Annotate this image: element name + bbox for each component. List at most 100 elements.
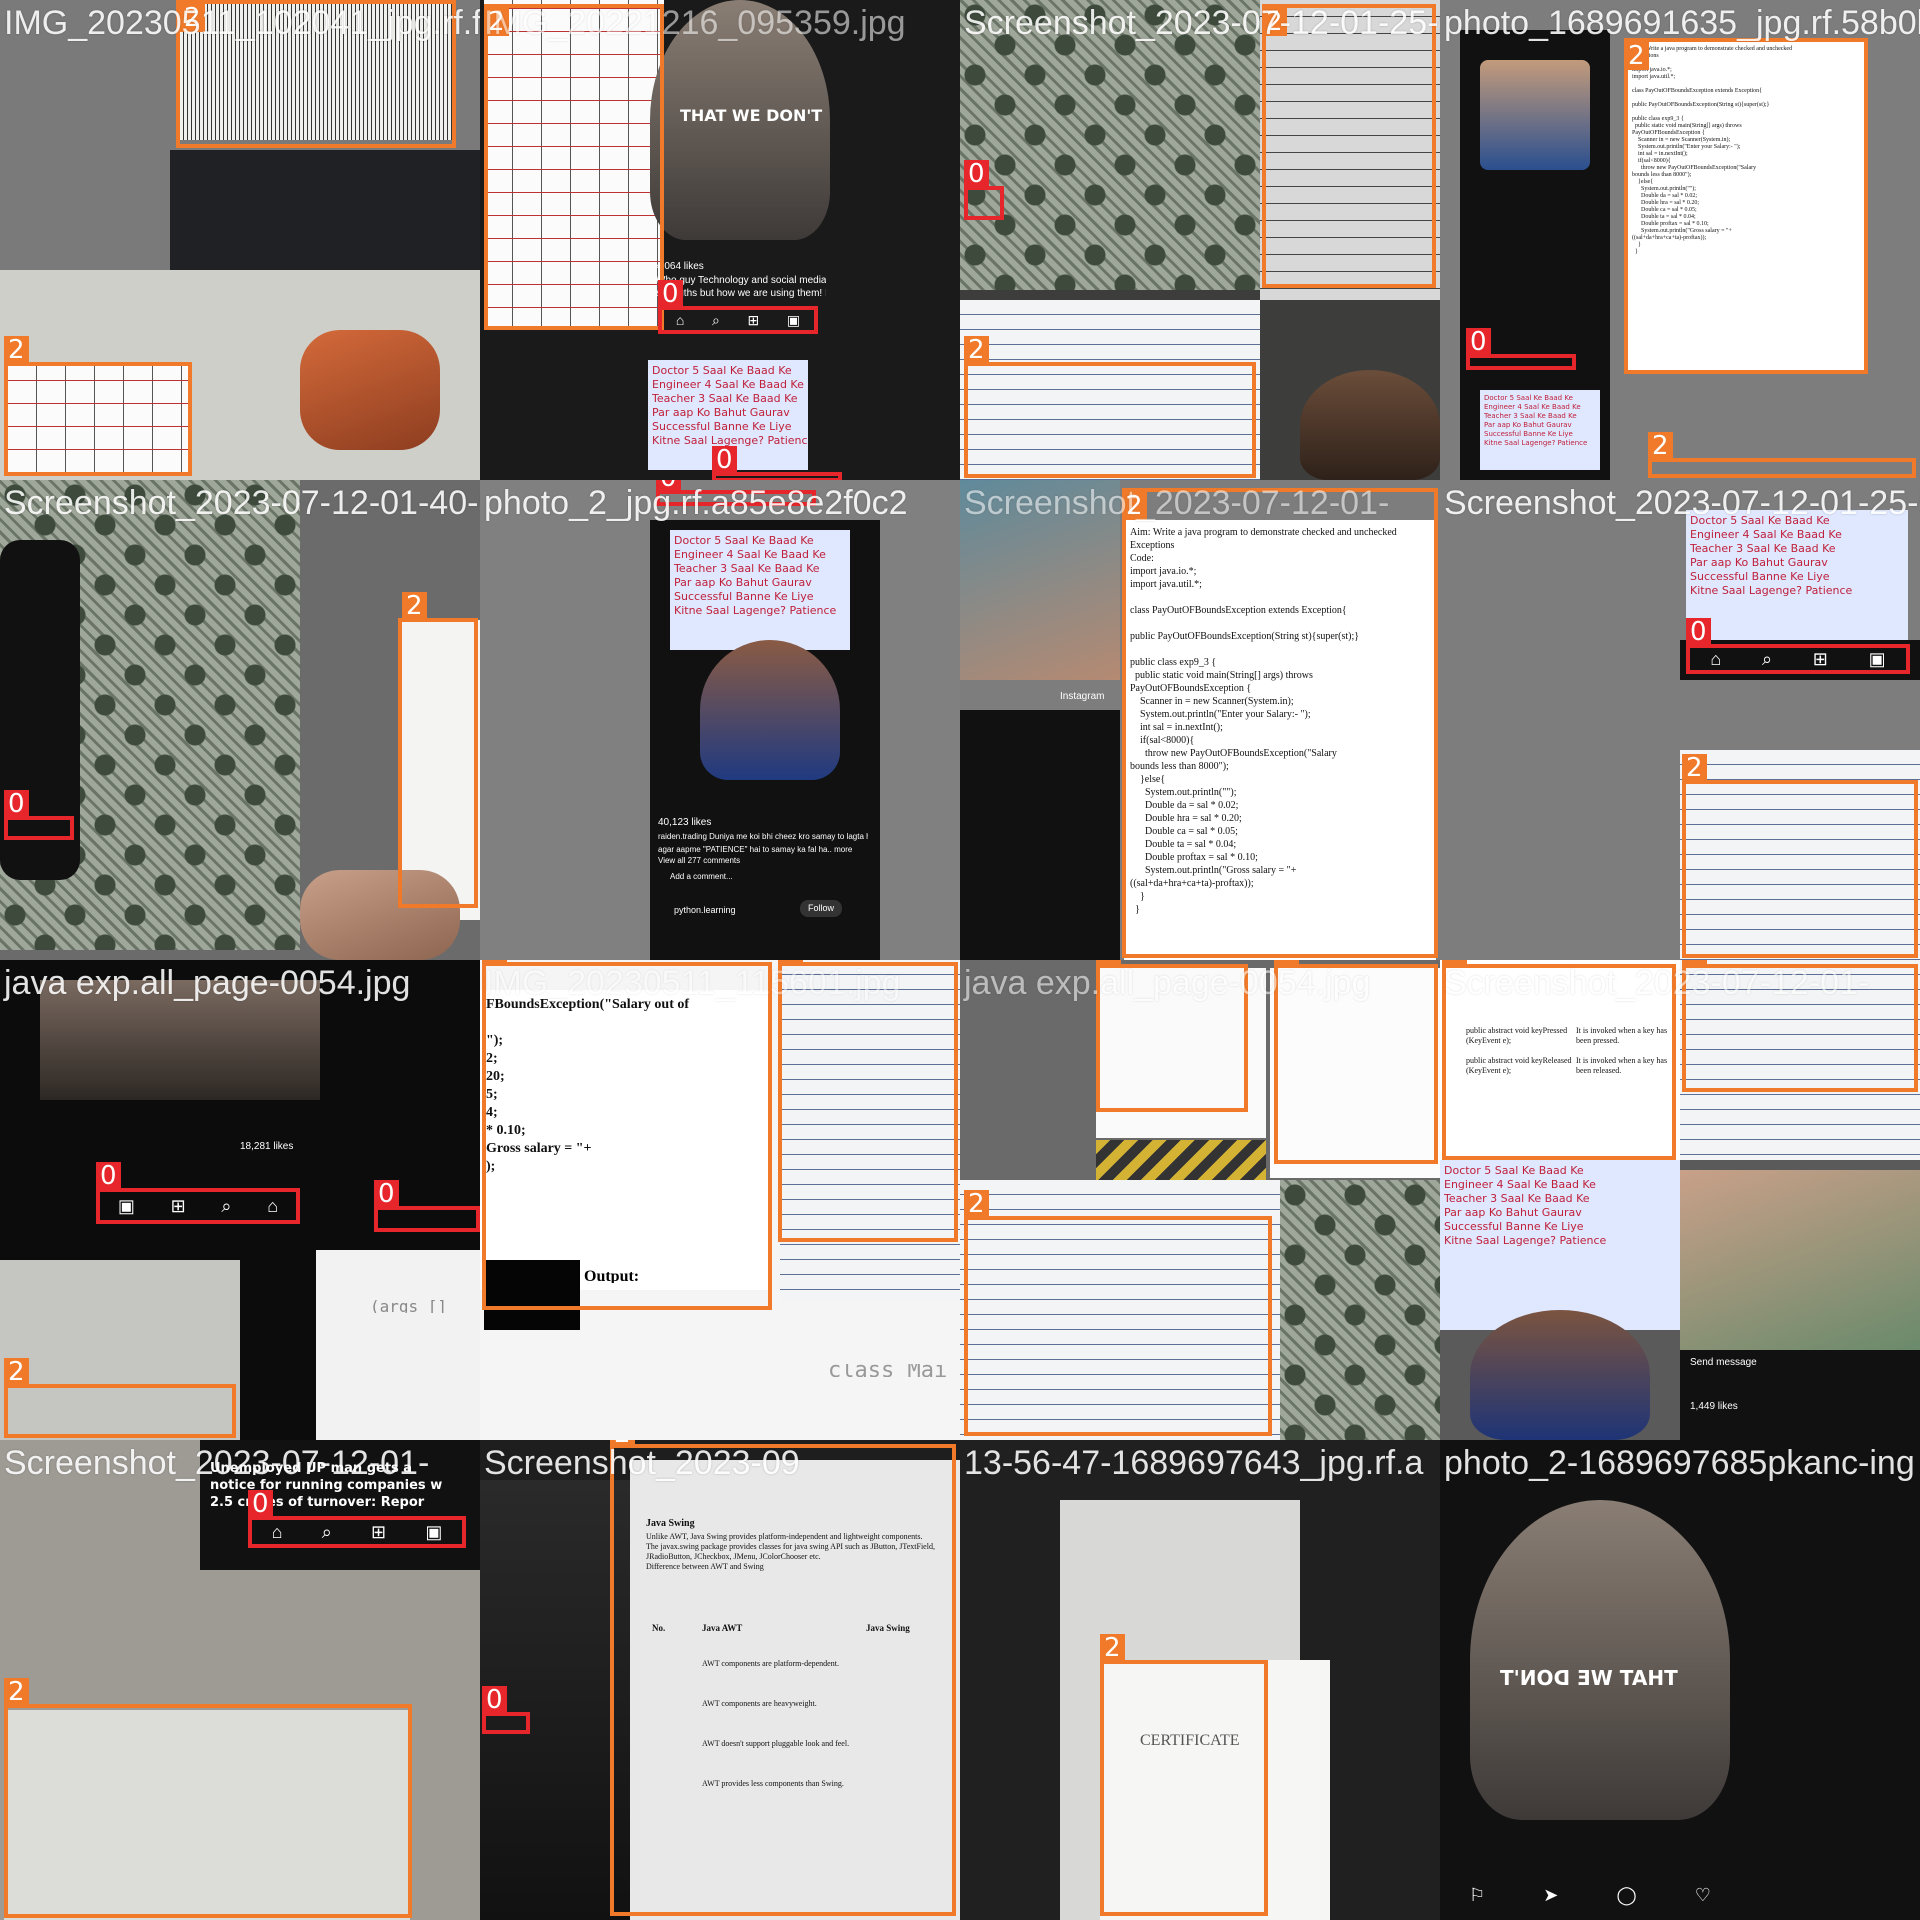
comment-icon[interactable]: ◯: [1617, 1885, 1637, 1906]
video-caption: THAT WE DON'T: [680, 106, 823, 125]
tile-16: THAT WE DON'T ⚐ ➤ ◯ ♡ photo_2-1689697685pka…: [1440, 1440, 1920, 1920]
tile-title: IMG_20230511_115601.jpg: [484, 964, 901, 1002]
nav-bar[interactable]: ⌂ ⌕ ⊞ ▣: [1690, 648, 1906, 670]
tile-title: Screenshot_2023-07-12-01-: [964, 484, 1390, 522]
box-paper: 2: [1262, 4, 1436, 288]
tile-title: IMG_20221216_095359.jpg: [484, 4, 906, 42]
search-icon[interactable]: ⌕: [712, 312, 720, 329]
box-label: 2: [402, 592, 427, 620]
tile-title: photo_1689691635_jpg.rf.58b0b32efbb71965…: [1444, 4, 1920, 42]
add-icon[interactable]: ⊞: [1813, 649, 1828, 670]
box-paper: 2: [1122, 488, 1438, 958]
man-speaking-mirrored: [1470, 1500, 1730, 1820]
heart-icon[interactable]: ♡: [1695, 1885, 1711, 1906]
sign-board: Doctor 5 Saal Ke Baad Ke Engineer 4 Saal…: [1440, 1160, 1680, 1330]
tile-4: Aim: Write a java program to demonstrate…: [1440, 0, 1920, 480]
person-masked: [1480, 60, 1590, 170]
send-message-input[interactable]: Send message: [1690, 1356, 1757, 1369]
tile-title: IMG_20230511_102041_jpg.rf.fa04aee5a7.jp…: [4, 4, 480, 42]
home-icon[interactable]: ⌂: [1710, 649, 1721, 670]
box-label: 2: [1682, 754, 1707, 782]
nav-bar[interactable]: ▣ ⊞ ⌕ ⌂: [100, 1192, 296, 1220]
box-label: 0: [248, 1490, 273, 1518]
box-paper: 2: [4, 336, 192, 476]
box-label: 0: [4, 790, 29, 818]
bookmark-icon[interactable]: ⚐: [1469, 1885, 1485, 1906]
box-paper: 2: [1648, 432, 1916, 478]
video-caption-mirrored: THAT WE DON'T: [1500, 1666, 1678, 1690]
box-label: 0: [374, 1180, 399, 1208]
tile-8: Doctor 5 Saal Ke Baad Ke Engineer 4 Saal…: [1440, 480, 1920, 960]
carpet: [960, 0, 1260, 290]
box-label: 2: [1100, 1634, 1125, 1662]
home-icon[interactable]: ⌂: [676, 312, 684, 328]
tile-14: 0 Java Swing Unlike AWT, Java Swing prov…: [480, 1440, 960, 1920]
box-nav: 0: [1466, 328, 1576, 370]
box-label: 2: [4, 1678, 29, 1706]
tile-10: FBoundsException("Salary out of "); 2; 2…: [480, 960, 960, 1440]
code-printout: [316, 1250, 480, 1440]
send-icon[interactable]: ➤: [1543, 1885, 1558, 1906]
sign-board: Doctor 5 Saal Ke Baad Ke Engineer 4 Saal…: [1686, 510, 1908, 640]
box-nav: 0: [374, 1180, 480, 1232]
likes-count: 18,281 likes: [240, 1141, 294, 1152]
add-icon[interactable]: ⊞: [371, 1522, 386, 1543]
box-label: 2: [964, 336, 989, 364]
box-label: 0: [1686, 618, 1711, 646]
search-icon[interactable]: ⌕: [1762, 649, 1772, 670]
box-nav: 0: [482, 1686, 530, 1734]
box-nav: 0: [964, 160, 1004, 220]
student-holding-sign: [1470, 1310, 1650, 1440]
add-icon[interactable]: ⊞: [171, 1196, 186, 1217]
search-icon[interactable]: ⌕: [221, 1196, 231, 1217]
home-icon[interactable]: ⌂: [267, 1196, 278, 1217]
args-text: (args []: [370, 1300, 457, 1313]
box-paper: 2: [484, 4, 664, 330]
tile-15: CERTIFICATE 2 13-56-47-1689697643_jpg.rf…: [960, 1440, 1440, 1920]
tile-7: Instagram Aim: Write a java program to d…: [960, 480, 1440, 960]
box-nav: 0 ⌂ ⌕ ⊞ ▣: [1686, 618, 1910, 674]
follow-button[interactable]: Follow: [800, 900, 843, 917]
comments-link[interactable]: View all 277 comments: [658, 854, 740, 867]
box-nav: 0 ▣ ⊞ ⌕ ⌂: [96, 1162, 300, 1224]
tile-2: THAT WE DON'T 4,064 likes Who guy Techno…: [480, 0, 960, 480]
box-nav: 0 ⌂ ⌕ ⊞ ▣: [248, 1490, 466, 1548]
search-icon[interactable]: ⌕: [322, 1522, 332, 1543]
tile-title: Screenshot_2023-07-12-01-: [1444, 964, 1870, 1002]
box-label: 0: [96, 1162, 121, 1190]
account-name[interactable]: python.learning: [674, 904, 736, 917]
box-paper: 2: [482, 960, 772, 1310]
nav-bar[interactable]: ⌂ ⌕ ⊞ ▣: [662, 310, 814, 330]
carpet: [1280, 1180, 1440, 1440]
laptop-body: [170, 150, 480, 280]
box-paper: 2: [1682, 754, 1918, 958]
likes-count: 1,449 likes: [1690, 1401, 1738, 1412]
instagram-link[interactable]: Instagram: [1060, 690, 1104, 703]
reels-icon[interactable]: ▣: [118, 1196, 135, 1217]
box-paper: 2: [610, 1440, 956, 1916]
home-icon[interactable]: ⌂: [272, 1522, 283, 1543]
box-nav: 0: [712, 446, 842, 480]
sign-board: Doctor 5 Saal Ke Baad Ke Engineer 4 Saal…: [1480, 390, 1600, 470]
reels-icon[interactable]: ▣: [425, 1522, 442, 1543]
action-bar[interactable]: ⚐ ➤ ◯ ♡: [1440, 1880, 1740, 1910]
tile-title: photo_2-1689697685pkanc-ing: [1444, 1444, 1915, 1482]
class-text: class Mai: [828, 1364, 948, 1377]
reels-icon[interactable]: ▣: [1869, 649, 1886, 670]
add-icon[interactable]: ⊞: [747, 312, 759, 329]
tile-11: 2 2 2 java exp.all_page-0054.jpg: [960, 960, 1440, 1440]
tile-title: 13-56-47-1689697643_jpg.rf.a: [964, 1444, 1424, 1482]
box-label: 0: [964, 160, 989, 188]
box-paper: 2: [398, 592, 478, 908]
tile-title: Screenshot_2023-07-12-01-40-58-276_2c0b2…: [4, 484, 480, 522]
tile-6: Doctor 5 Saal Ke Baad Ke Engineer 4 Saal…: [480, 480, 960, 960]
hand: [300, 330, 440, 450]
box-label: 2: [4, 336, 29, 364]
yellow-stripes: [1096, 1140, 1266, 1180]
reels-icon[interactable]: ▣: [787, 312, 800, 329]
box-paper: 2: [964, 336, 1256, 478]
tile-title: java exp.all_page-0054.jpg: [4, 964, 411, 1002]
add-comment-input[interactable]: Add a comment...: [670, 870, 733, 883]
tile-title: Screenshot_2023-07-12-01-: [4, 1444, 430, 1482]
nav-bar[interactable]: ⌂ ⌕ ⊞ ▣: [252, 1520, 462, 1544]
